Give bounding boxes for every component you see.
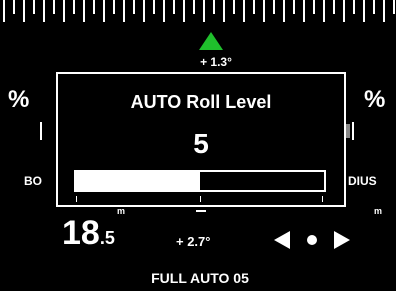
right-unit: m bbox=[374, 206, 383, 216]
speed-decimal: .5 bbox=[99, 228, 115, 248]
dot-icon bbox=[307, 235, 317, 245]
flight-mode-label: FULL AUTO 05 bbox=[151, 270, 249, 286]
right-gray-tick bbox=[346, 124, 350, 138]
pitch-bottom-tick bbox=[196, 210, 206, 212]
pitch-bottom-value: + 2.7° bbox=[176, 234, 211, 249]
speed-readout: 18.5 bbox=[62, 216, 115, 255]
dialog-title: AUTO Roll Level bbox=[130, 92, 272, 112]
speed-unit: m bbox=[117, 206, 126, 216]
pitch-top-value: + 1.3° bbox=[200, 55, 232, 69]
left-side-label: BO bbox=[24, 174, 42, 188]
speed-integer: 18 bbox=[62, 214, 100, 252]
right-arrow-icon[interactable] bbox=[334, 231, 350, 249]
right-tick bbox=[352, 122, 354, 140]
nav-arrows[interactable] bbox=[272, 228, 352, 252]
green-up-arrow-icon bbox=[199, 32, 223, 50]
bar-segment-tick bbox=[322, 196, 323, 202]
roll-level-value: 5 bbox=[193, 128, 209, 159]
right-side-label: DIUS bbox=[348, 174, 377, 188]
auto-roll-level-dialog[interactable]: AUTO Roll Level 5 bbox=[56, 72, 346, 207]
bar-segment-tick bbox=[76, 196, 77, 202]
roll-level-bar[interactable] bbox=[74, 170, 326, 202]
left-percent: % bbox=[8, 86, 30, 113]
right-percent: % bbox=[364, 86, 386, 113]
tick-ruler bbox=[3, 0, 395, 22]
left-tick bbox=[40, 122, 42, 140]
left-arrow-icon[interactable] bbox=[274, 231, 290, 249]
bar-segment-tick bbox=[200, 196, 201, 202]
roll-level-fill bbox=[76, 172, 200, 190]
